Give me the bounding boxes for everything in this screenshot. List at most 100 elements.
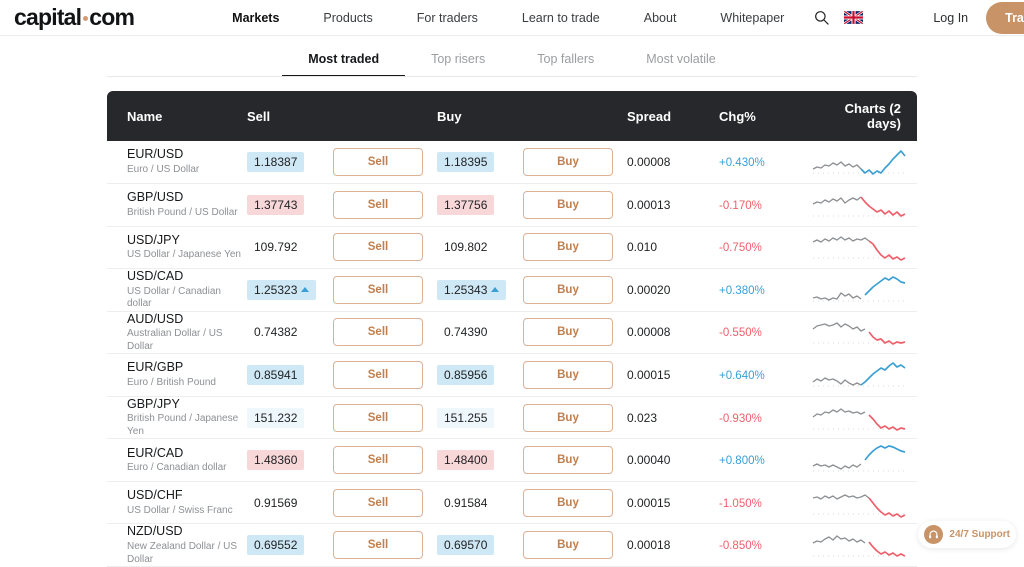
brand-logo[interactable]: capital com [14, 4, 135, 31]
sell-price-cell: 0.69552 [247, 524, 333, 567]
trade-now-button[interactable]: Trade Now [986, 1, 1024, 34]
sparkline-chart-cell[interactable] [811, 481, 917, 524]
sell-button[interactable]: Sell [333, 446, 423, 475]
instrument-name-cell[interactable]: USD/CAD US Dollar / Canadian dollar [107, 269, 247, 312]
change-percent-cell: -0.750% [719, 226, 811, 269]
buy-button[interactable]: Buy [523, 403, 613, 432]
buy-button[interactable]: Buy [523, 531, 613, 560]
sell-button[interactable]: Sell [333, 148, 423, 176]
table-row[interactable]: NZD/USD New Zealand Dollar / US Dollar 0.6… [107, 524, 917, 567]
tab-top-fallers[interactable]: Top fallers [511, 48, 620, 77]
table-row[interactable]: EUR/GBP Euro / British Pound 0.85941 Sell 0.… [107, 354, 917, 397]
sell-button[interactable]: Sell [333, 275, 423, 304]
buy-price[interactable]: 0.91584 [437, 493, 494, 513]
buy-button[interactable]: Buy [523, 148, 613, 176]
table-row[interactable]: AUD/USD Australian Dollar / US Dollar 0.74… [107, 311, 917, 354]
sell-button[interactable]: Sell [333, 190, 423, 219]
sparkline-chart-cell[interactable] [811, 354, 917, 397]
uk-flag-icon[interactable] [844, 11, 864, 24]
sparkline-chart-cell[interactable] [811, 226, 917, 269]
sparkline-chart-cell[interactable] [811, 141, 917, 184]
table-row[interactable]: EUR/USD Euro / US Dollar 1.18387 Sell 1.1839… [107, 141, 917, 184]
instrument-name-cell[interactable]: EUR/GBP Euro / British Pound [107, 354, 247, 397]
buy-action-cell: Buy [523, 184, 627, 227]
nav-link-learn-to-trade[interactable]: Learn to trade [500, 11, 622, 25]
buy-action-cell: Buy [523, 396, 627, 439]
instrument-name-cell[interactable]: USD/JPY US Dollar / Japanese Yen [107, 226, 247, 269]
tab-most-volatile[interactable]: Most volatile [620, 48, 741, 77]
support-widget[interactable]: 24/7 Support [918, 521, 1016, 548]
buy-price[interactable]: 1.37756 [437, 194, 495, 215]
buy-button[interactable]: Buy [523, 361, 613, 389]
column-header-buy[interactable]: Buy [437, 91, 523, 141]
column-header-sell[interactable]: Sell [247, 91, 333, 141]
buy-price[interactable]: 1.48400 [437, 450, 495, 471]
buy-button[interactable]: Buy [523, 275, 613, 304]
tab-top-risers[interactable]: Top risers [405, 48, 511, 77]
sparkline-chart-cell[interactable] [811, 269, 917, 312]
buy-button[interactable]: Buy [523, 233, 613, 262]
sell-button[interactable]: Sell [333, 488, 423, 517]
search-icon[interactable] [806, 3, 836, 33]
sell-price[interactable]: 109.792 [247, 237, 304, 257]
table-row[interactable]: EUR/CAD Euro / Canadian dollar 1.48360 Sell… [107, 439, 917, 482]
sell-button[interactable]: Sell [333, 531, 423, 560]
buy-price[interactable]: 0.69570 [437, 535, 495, 556]
buy-price[interactable]: 109.802 [437, 237, 494, 257]
nav-link-about[interactable]: About [622, 11, 699, 25]
sell-price[interactable]: 1.18387 [247, 152, 305, 172]
instrument-name-cell[interactable]: EUR/USD Euro / US Dollar [107, 141, 247, 184]
sell-price[interactable]: 151.232 [247, 407, 305, 428]
sell-price[interactable]: 0.69552 [247, 535, 305, 556]
nav-link-for-traders[interactable]: For traders [395, 11, 500, 25]
table-row[interactable]: USD/JPY US Dollar / Japanese Yen 109.792 Se… [107, 226, 917, 269]
sparkline-chart-cell[interactable] [811, 524, 917, 567]
sell-price[interactable]: 0.91569 [247, 493, 304, 513]
buy-price[interactable]: 151.255 [437, 407, 495, 428]
sell-price[interactable]: 1.25323 [247, 279, 317, 300]
table-row[interactable]: GBP/USD British Pound / US Dollar 1.37743 S… [107, 184, 917, 227]
table-row[interactable]: USD/CAD US Dollar / Canadian dollar 1.2532… [107, 269, 917, 312]
sell-button[interactable]: Sell [333, 361, 423, 389]
table-row[interactable]: USD/CHF US Dollar / Swiss Franc 0.91569 Sel… [107, 481, 917, 524]
column-header-spread[interactable]: Spread [627, 91, 719, 141]
sparkline-chart-cell[interactable] [811, 439, 917, 482]
nav-link-markets[interactable]: Markets [210, 11, 301, 25]
sell-button[interactable]: Sell [333, 403, 423, 432]
instrument-name-cell[interactable]: EUR/CAD Euro / Canadian dollar [107, 439, 247, 482]
buy-button[interactable]: Buy [523, 446, 613, 475]
buy-action-cell: Buy [523, 269, 627, 312]
sparkline-chart-cell[interactable] [811, 184, 917, 227]
buy-button[interactable]: Buy [523, 190, 613, 219]
tabs-list: Most traded Top risers Top fallers Most vol… [282, 48, 742, 77]
column-header-charts[interactable]: Charts (2 days) [811, 91, 917, 141]
sell-price[interactable]: 1.48360 [247, 450, 305, 471]
table-row[interactable]: GBP/JPY British Pound / Japanese Yen 151.2… [107, 396, 917, 439]
buy-price[interactable]: 0.85956 [437, 365, 495, 385]
markets-table-container: Name Sell Buy Spread Chg% Charts (2 days… [107, 91, 917, 567]
tab-most-traded[interactable]: Most traded [282, 48, 406, 77]
sell-price[interactable]: 1.37743 [247, 194, 305, 215]
nav-link-products[interactable]: Products [301, 11, 394, 25]
sell-action-cell: Sell [333, 269, 437, 312]
buy-button[interactable]: Buy [523, 488, 613, 517]
instrument-name-cell[interactable]: USD/CHF US Dollar / Swiss Franc [107, 481, 247, 524]
buy-price[interactable]: 1.18395 [437, 152, 495, 172]
buy-price[interactable]: 0.74390 [437, 322, 494, 342]
instrument-name-cell[interactable]: NZD/USD New Zealand Dollar / US Dollar [107, 524, 247, 567]
instrument-name-cell[interactable]: GBP/JPY British Pound / Japanese Yen [107, 396, 247, 439]
nav-link-whitepaper[interactable]: Whitepaper [698, 11, 806, 25]
column-header-chg[interactable]: Chg% [719, 91, 811, 141]
sparkline-chart-cell[interactable] [811, 396, 917, 439]
instrument-name-cell[interactable]: GBP/USD British Pound / US Dollar [107, 184, 247, 227]
sell-price[interactable]: 0.85941 [247, 365, 305, 385]
sell-button[interactable]: Sell [333, 318, 423, 347]
instrument-name-cell[interactable]: AUD/USD Australian Dollar / US Dollar [107, 311, 247, 354]
sparkline-chart-cell[interactable] [811, 311, 917, 354]
sell-button[interactable]: Sell [333, 233, 423, 262]
buy-price[interactable]: 1.25343 [437, 279, 507, 300]
login-link[interactable]: Log In [933, 11, 968, 25]
sell-price[interactable]: 0.74382 [247, 322, 304, 342]
column-header-name[interactable]: Name [107, 91, 247, 141]
buy-button[interactable]: Buy [523, 318, 613, 347]
